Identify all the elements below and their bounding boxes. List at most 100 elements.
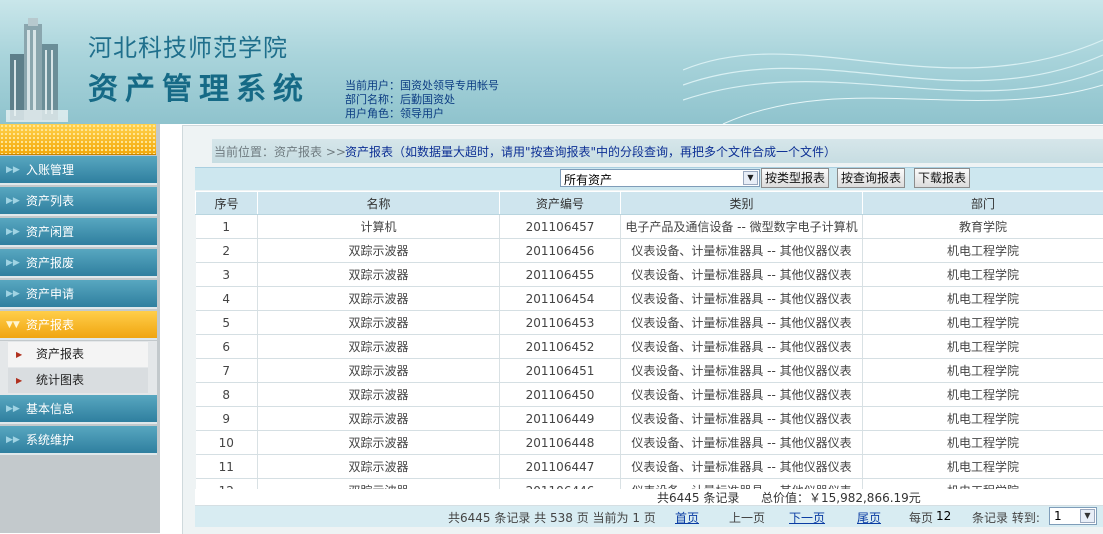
table-row: 10双踪示波器201106448仪表设备、计量标准器具 -- 其他仪器仪表机电工…: [196, 431, 1103, 455]
cell-category: 仪表设备、计量标准器具 -- 其他仪器仪表: [621, 287, 863, 311]
by-query-report-button[interactable]: 按查询报表: [837, 168, 905, 188]
cell-name: 双踪示波器: [258, 263, 500, 287]
cell-category: 仪表设备、计量标准器具 -- 其他仪器仪表: [621, 383, 863, 407]
table-body: 1计算机201106457电子产品及通信设备 -- 微型数字电子计算机教育学院2…: [196, 215, 1103, 503]
sidebar-item-basic-info[interactable]: ▶▶ 基本信息: [0, 395, 157, 424]
sidebar-item-label: 基本信息: [26, 395, 74, 424]
buildings-logo-icon: [6, 14, 68, 122]
user-role: 用户角色：领导用户: [345, 107, 499, 121]
cell-category: 仪表设备、计量标准器具 -- 其他仪器仪表: [621, 431, 863, 455]
cell-index: 7: [196, 359, 258, 383]
sidebar-item-label: 系统维护: [26, 426, 74, 455]
column-header-category: 类别: [621, 192, 863, 215]
dropdown-arrow-icon[interactable]: ▼: [743, 171, 758, 185]
decorative-wave-lines: [683, 0, 1103, 124]
sidebar-header-bar: [0, 124, 156, 155]
column-header-name: 名称: [258, 192, 500, 215]
cell-department: 机电工程学院: [863, 263, 1103, 287]
last-page-link[interactable]: 尾页: [857, 509, 881, 526]
summary-total-records: 共6445 条记录: [657, 489, 739, 506]
table-summary: 共6445 条记录 总价值：￥15,982,866.19元: [195, 489, 1103, 506]
goto-page-select[interactable]: 1 ▼: [1049, 507, 1097, 525]
records-goto-label: 条记录 转到:: [972, 509, 1040, 526]
sidebar-item-asset-report[interactable]: ▼▼ 资产报表: [0, 311, 157, 340]
cell-name: 计算机: [258, 215, 500, 239]
cell-asset-id: 201106449: [500, 407, 621, 431]
cell-name: 双踪示波器: [258, 335, 500, 359]
sidebar-item-asset-idle[interactable]: ▶▶ 资产闲置: [0, 218, 157, 247]
table-row: 2双踪示波器201106456仪表设备、计量标准器具 -- 其他仪器仪表机电工程…: [196, 239, 1103, 263]
pagination-bar: 共6445 条记录 共 538 页 当前为 1 页 首页 上一页 下一页 尾页 …: [195, 506, 1103, 527]
cell-department: 机电工程学院: [863, 431, 1103, 455]
prev-page-text: 上一页: [729, 509, 765, 526]
cell-department: 机电工程学院: [863, 311, 1103, 335]
submenu-item-label: 统计图表: [36, 368, 84, 393]
cell-category: 仪表设备、计量标准器具 -- 其他仪器仪表: [621, 263, 863, 287]
breadcrumb-prefix: 当前位置：资产报表 >>: [214, 143, 346, 160]
sidebar-item-asset-request[interactable]: ▶▶ 资产申请: [0, 280, 157, 309]
cell-name: 双踪示波器: [258, 383, 500, 407]
cell-asset-id: 201106451: [500, 359, 621, 383]
asset-filter-select[interactable]: 所有资产 ▼: [560, 169, 760, 187]
header-banner: 河北科技师范学院 资产管理系统 当前用户：国资处领导专用帐号 部门名称：后勤国资…: [0, 0, 1103, 124]
cell-name: 双踪示波器: [258, 359, 500, 383]
cell-asset-id: 201106457: [500, 215, 621, 239]
asset-report-table: 序号 名称 资产编号 类别 部门 1计算机201106457电子产品及通信设备 …: [195, 191, 1103, 503]
sidebar-item-asset-scrap[interactable]: ▶▶ 资产报废: [0, 249, 157, 278]
double-chevron-down-icon: ▼▼: [6, 311, 20, 340]
department-name: 部门名称：后勤国资处: [345, 93, 499, 107]
table-row: 5双踪示波器201106453仪表设备、计量标准器具 -- 其他仪器仪表机电工程…: [196, 311, 1103, 335]
double-chevron-icon: ▶▶: [6, 426, 20, 455]
sidebar-item-label: 资产申请: [26, 280, 74, 309]
cell-name: 双踪示波器: [258, 239, 500, 263]
cell-department: 机电工程学院: [863, 455, 1103, 479]
cell-category: 仪表设备、计量标准器具 -- 其他仪器仪表: [621, 455, 863, 479]
cell-category: 仪表设备、计量标准器具 -- 其他仪器仪表: [621, 335, 863, 359]
first-page-link[interactable]: 首页: [675, 509, 699, 526]
table-header-row: 序号 名称 资产编号 类别 部门: [196, 192, 1103, 215]
asset-filter-value: 所有资产: [564, 171, 612, 188]
cell-asset-id: 201106450: [500, 383, 621, 407]
goto-page-value: 1: [1054, 509, 1062, 523]
cell-index: 2: [196, 239, 258, 263]
double-chevron-icon: ▶▶: [6, 187, 20, 216]
sidebar-item-label: 资产列表: [26, 187, 74, 216]
submenu-item-asset-report[interactable]: ▶ 资产报表: [8, 342, 148, 367]
cell-asset-id: 201106452: [500, 335, 621, 359]
table-row: 8双踪示波器201106450仪表设备、计量标准器具 -- 其他仪器仪表机电工程…: [196, 383, 1103, 407]
sidebar-item-label: 入账管理: [26, 156, 74, 185]
double-chevron-icon: ▶▶: [6, 280, 20, 309]
double-chevron-icon: ▶▶: [6, 395, 20, 424]
cell-index: 1: [196, 215, 258, 239]
cell-category: 仪表设备、计量标准器具 -- 其他仪器仪表: [621, 359, 863, 383]
cell-index: 9: [196, 407, 258, 431]
system-title: 资产管理系统: [88, 64, 310, 108]
pagination-info: 共6445 条记录 共 538 页 当前为 1 页: [448, 509, 656, 526]
cell-department: 机电工程学院: [863, 239, 1103, 263]
download-report-button[interactable]: 下载报表: [914, 168, 970, 188]
chevron-right-icon: ▶: [16, 342, 22, 367]
cell-index: 11: [196, 455, 258, 479]
next-page-link[interactable]: 下一页: [789, 509, 825, 526]
chevron-right-icon: ▶: [16, 368, 22, 393]
cell-asset-id: 201106453: [500, 311, 621, 335]
cell-index: 4: [196, 287, 258, 311]
submenu-item-statistics-chart[interactable]: ▶ 统计图表: [8, 368, 148, 393]
cell-asset-id: 201106455: [500, 263, 621, 287]
cell-name: 双踪示波器: [258, 287, 500, 311]
dropdown-arrow-icon[interactable]: ▼: [1080, 509, 1095, 523]
by-type-report-button[interactable]: 按类型报表: [761, 168, 829, 188]
table-row: 11双踪示波器201106447仪表设备、计量标准器具 -- 其他仪器仪表机电工…: [196, 455, 1103, 479]
cell-index: 5: [196, 311, 258, 335]
sidebar-item-accounting[interactable]: ▶▶ 入账管理: [0, 156, 157, 185]
cell-name: 双踪示波器: [258, 455, 500, 479]
breadcrumb: 当前位置：资产报表 >> 资产报表（如数据量大超时，请用"按查询报表"中的分段查…: [212, 139, 1103, 163]
table-row: 7双踪示波器201106451仪表设备、计量标准器具 -- 其他仪器仪表机电工程…: [196, 359, 1103, 383]
cell-department: 机电工程学院: [863, 287, 1103, 311]
per-page-input[interactable]: 12: [936, 509, 951, 523]
cell-department: 机电工程学院: [863, 383, 1103, 407]
sidebar-item-asset-list[interactable]: ▶▶ 资产列表: [0, 187, 157, 216]
cell-name: 双踪示波器: [258, 407, 500, 431]
cell-asset-id: 201106447: [500, 455, 621, 479]
sidebar-item-system-maintenance[interactable]: ▶▶ 系统维护: [0, 426, 157, 455]
